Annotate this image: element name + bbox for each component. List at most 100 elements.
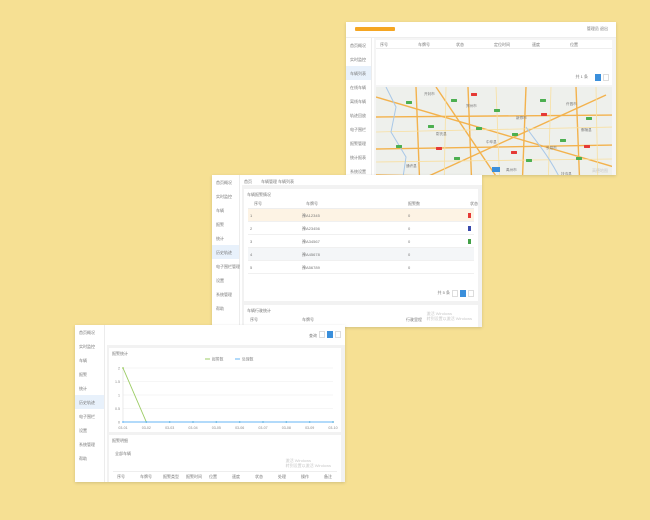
table-header: 序号 车牌号 报警类型 报警时间 位置 速度 状态 处理 操作 备注 xyxy=(113,471,337,481)
map-view[interactable]: 开封市 郑州市 新郑市 许昌市 尉氏县 中牟县 长葛市 鄢陵县 通许县 禹州市 扶沟县 高德地图 xyxy=(376,87,612,175)
line-chart: 0 0.5 1 1.5 2 03-01 03-02 03-03 03-04 03-05 03-06 0… xyxy=(115,357,338,431)
pager-label: 共 1 条 xyxy=(575,74,588,79)
series-point xyxy=(122,367,124,369)
filter-bar: 查询 xyxy=(107,325,345,345)
series-point xyxy=(262,421,264,423)
prev-button[interactable] xyxy=(319,331,325,338)
x-tick-label: 03-03 xyxy=(165,426,174,430)
sidebar-item[interactable]: 统计 xyxy=(75,381,104,395)
prev-page-button[interactable] xyxy=(452,290,458,297)
plate-number: 豫A45678 xyxy=(302,251,320,257)
sidebar-item[interactable]: 系统设置 xyxy=(346,164,371,175)
column-header: 位置 xyxy=(570,42,578,47)
table-row[interactable]: 3 豫A34567 0 xyxy=(248,235,474,248)
column-header: 报警数 xyxy=(408,201,420,206)
sidebar-item[interactable]: 车辆 xyxy=(212,203,239,217)
map-city-label: 许昌市 xyxy=(566,101,577,106)
vehicle-filter[interactable]: 全部车辆 xyxy=(115,451,131,456)
sidebar-item[interactable]: 历史轨迹 xyxy=(75,395,104,409)
breadcrumb-item[interactable]: 车辆列表 xyxy=(278,179,294,184)
x-tick-label: 03-10 xyxy=(328,426,337,430)
table-row[interactable]: 4 豫A45678 0 xyxy=(248,248,474,261)
row-number: 5 xyxy=(250,264,253,270)
x-tick-label: 03-07 xyxy=(258,426,267,430)
sidebar-item[interactable]: 统计报表 xyxy=(346,150,371,164)
highway-sign xyxy=(541,113,547,116)
series-point xyxy=(308,421,311,423)
sidebar-item[interactable]: 实时监控 xyxy=(75,339,104,353)
sidebar-item[interactable]: 实时监控 xyxy=(346,52,371,66)
mileage-panel: 车辆行驶统计 序号 车牌号 行驶里程 激活 Windows 转到设置以激活 Wind… xyxy=(244,305,478,327)
status-flag-icon xyxy=(468,239,471,244)
sidebar: 首页概况实时监控 车辆报警统计历史轨迹电子围栏 设置 系统管理帮助 xyxy=(75,325,105,482)
user-menu[interactable]: 管理员 退出 xyxy=(587,26,608,31)
next-page-button[interactable] xyxy=(468,290,474,297)
table-row[interactable]: 2 豫A23456 0 xyxy=(248,222,474,235)
map-canvas[interactable]: 开封市郑州市新郑市 许昌市尉氏县中牟县长葛市 鄢陵县通许县禹州市扶沟县 xyxy=(376,87,612,175)
road-number-sign xyxy=(406,101,412,104)
plate-number: 豫A23456 xyxy=(302,225,320,231)
sidebar-item-label: 离线车辆 xyxy=(350,98,366,104)
next-button[interactable] xyxy=(335,331,341,338)
breadcrumb-item[interactable]: 首页 xyxy=(244,179,252,184)
sidebar-item[interactable]: 首页概况 xyxy=(212,175,239,189)
sidebar-item[interactable]: 历史轨迹 xyxy=(212,245,239,259)
column-header: 备注 xyxy=(324,474,332,479)
sidebar-item-label: 首页概况 xyxy=(79,329,95,335)
sidebar-item[interactable]: 在线车辆 xyxy=(346,80,371,94)
sidebar-item-label: 统计 xyxy=(216,235,224,241)
breadcrumb-item[interactable]: 车辆管理 xyxy=(261,179,277,184)
page-button[interactable] xyxy=(460,290,466,297)
sidebar-item[interactable]: 报警 xyxy=(212,217,239,231)
sidebar-item[interactable]: 离线车辆 xyxy=(346,94,371,108)
sidebar-item-label: 实时监控 xyxy=(216,193,232,199)
sidebar-item[interactable]: 设置 xyxy=(212,273,239,287)
alarm-count: 0 xyxy=(408,238,411,244)
current-button[interactable] xyxy=(327,331,333,338)
series-point xyxy=(332,421,334,423)
column-header: 定位时间 xyxy=(494,42,510,47)
sidebar-item-label: 系统管理 xyxy=(216,291,232,297)
sidebar-item[interactable]: 轨迹回放 xyxy=(346,108,371,122)
series-point xyxy=(285,421,288,423)
y-tick-label: 0 xyxy=(118,420,120,424)
date-switcher xyxy=(319,331,341,338)
sidebar-item[interactable]: 首页概况 xyxy=(75,325,104,339)
road xyxy=(521,87,527,175)
main-content: 查询 报警统计 0 0.5 1 1.5 2 03-01 03-02 03-03 03-04 03-… xyxy=(107,325,345,482)
sidebar-item[interactable]: 系统管理 xyxy=(75,437,104,451)
sidebar-item-label: 历史轨迹 xyxy=(79,399,95,405)
table-row[interactable]: 1 豫A12345 0 xyxy=(248,209,474,222)
sidebar-item-label: 首页概况 xyxy=(216,179,232,185)
table-row[interactable]: 5 豫A56789 0 xyxy=(248,261,474,274)
sidebar-item[interactable]: 电子围栏 xyxy=(75,409,104,423)
sidebar-item[interactable]: 车辆列表 xyxy=(346,66,371,80)
sidebar-item[interactable]: 电子围栏管理 xyxy=(212,259,240,273)
column-header: 行驶里程 xyxy=(406,317,422,322)
sidebar-item[interactable]: 统计 xyxy=(212,231,239,245)
road-number-sign xyxy=(476,127,482,130)
sidebar-item[interactable]: 帮助 xyxy=(212,301,239,315)
screenshot-table-view: 首页概况 实时监控 车辆 报警 统计 历史轨迹 电子围栏管理 设置 系统管理 帮助 首页 车辆管理车… xyxy=(212,175,482,327)
sidebar-item[interactable]: 帮助 xyxy=(75,451,104,465)
sidebar-item[interactable]: 电子围栏 xyxy=(346,122,371,136)
sidebar-item[interactable]: 首页概况 xyxy=(346,38,371,52)
sidebar-item[interactable]: 设置 xyxy=(75,423,104,437)
sidebar-item-label: 帮助 xyxy=(79,455,87,461)
sidebar-item[interactable]: 系统管理 xyxy=(212,287,239,301)
main-content: 序号 车牌号 状态 定位时间 速度 位置 共 1 条 开封市 郑州市 新郑市 许昌市 尉氏县 中牟县… xyxy=(374,38,616,175)
y-tick-label: 1.5 xyxy=(115,380,120,384)
sidebar-item[interactable]: 实时监控 xyxy=(212,189,239,203)
page-button[interactable] xyxy=(595,74,601,81)
vehicle-marker-icon xyxy=(492,167,500,172)
chart-panel: 报警统计 0 0.5 1 1.5 2 03-01 03-02 03-03 03-04 03-05 0… xyxy=(109,348,341,432)
sidebar-item-label: 车辆列表 xyxy=(350,70,366,76)
next-page-button[interactable] xyxy=(603,74,609,81)
column-header: 报警时间 xyxy=(186,474,202,479)
sidebar-item[interactable]: 报警 xyxy=(75,367,104,381)
sidebar-item[interactable]: 报警管理 xyxy=(346,136,371,150)
sidebar-item[interactable]: 车辆 xyxy=(75,353,104,367)
sidebar: 首页概况 实时监控车辆列表在线车辆离线车辆轨迹回放 电子围栏 报警管理 统计报表 系统设置 xyxy=(346,38,372,175)
map-city-label: 尉氏县 xyxy=(436,131,447,136)
sidebar-item-label: 报警 xyxy=(79,371,87,377)
